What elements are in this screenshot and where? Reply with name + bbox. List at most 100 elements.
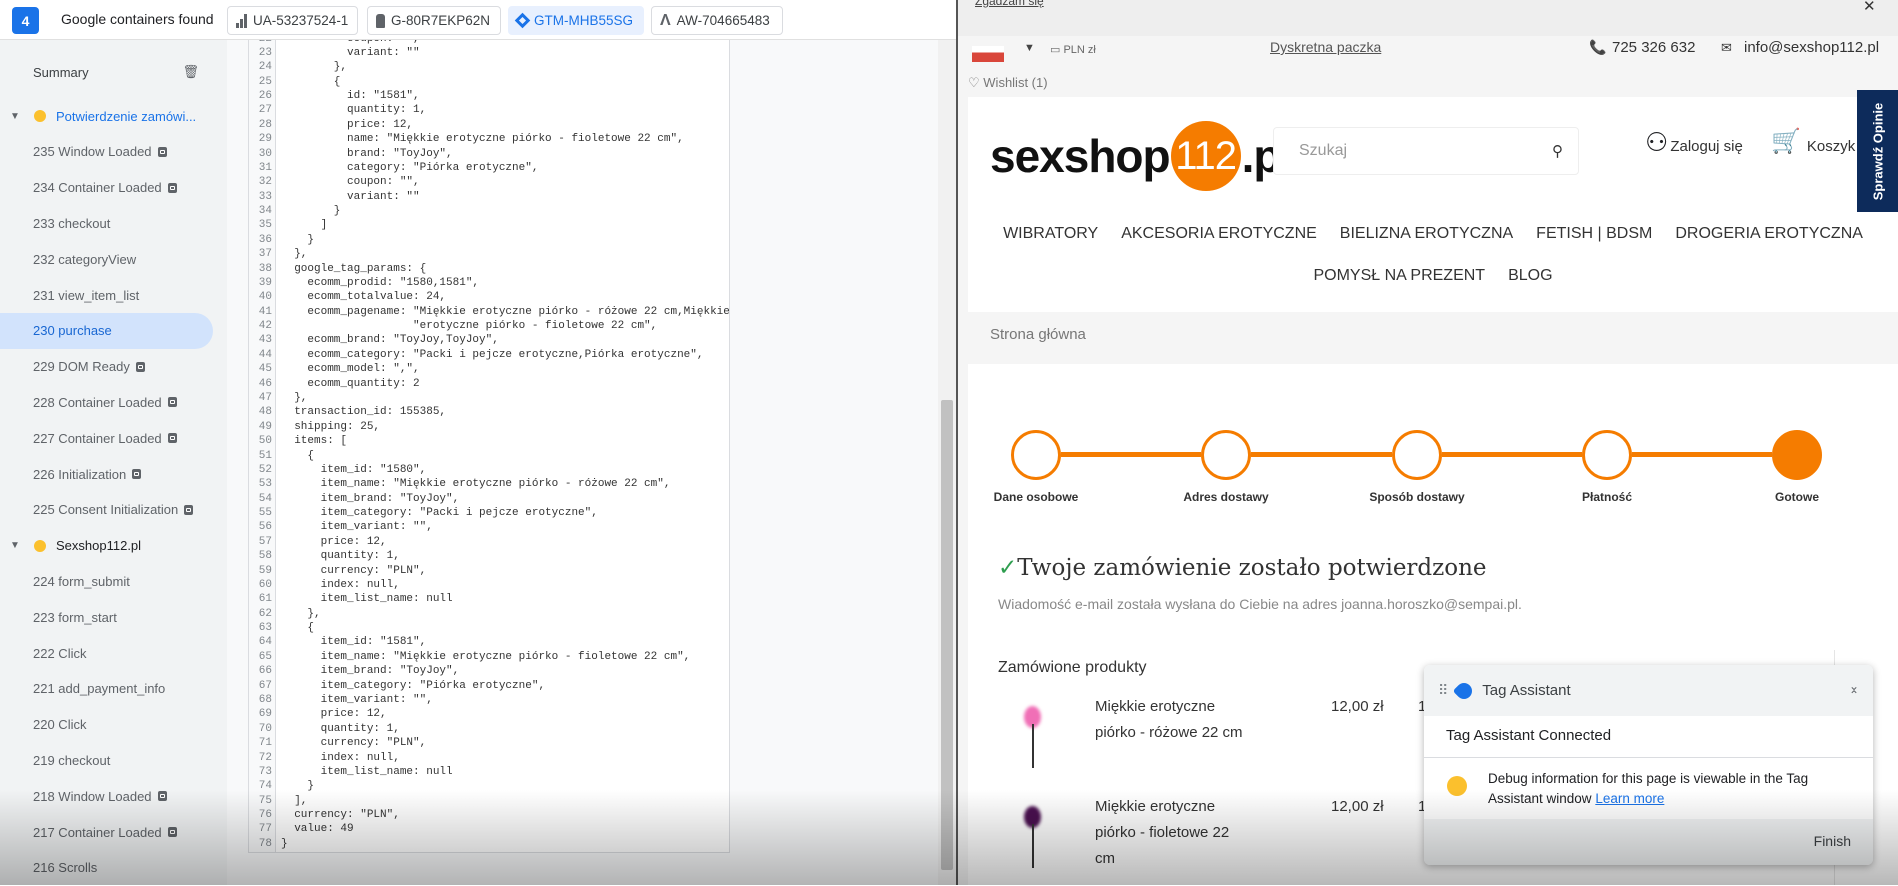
sidebar-event-item[interactable]: 229 DOM Ready xyxy=(0,349,213,385)
sidebar-event-item[interactable]: 226 Initialization xyxy=(0,456,213,492)
search-icon[interactable]: ⚲ xyxy=(1552,142,1563,160)
logo-text: sexshop xyxy=(990,130,1171,182)
sidebar-group[interactable]: ▼ Sexshop112.pl xyxy=(0,528,213,564)
breadcrumb-home[interactable]: Strona główna xyxy=(990,326,1086,343)
sidebar-group[interactable]: ▼ Potwierdzenie zamówi... xyxy=(0,98,213,134)
sidebar-event-item[interactable]: 233 checkout xyxy=(0,205,213,241)
caret-down-icon[interactable]: ▼ xyxy=(10,540,28,551)
chevron-down-icon[interactable]: ▼ xyxy=(1024,42,1035,54)
sidebar-event-item[interactable]: 222 Click xyxy=(0,635,213,671)
code-text: item_variant: "", xyxy=(281,521,433,534)
sidebar-event-item[interactable]: 224 form_submit xyxy=(0,563,213,599)
sidebar-event-item[interactable]: 218 Window Loaded xyxy=(0,778,213,814)
tag-assistant-popup: ⠿ Tag Assistant ⌄ ⌃ Tag Assistant Connect… xyxy=(1424,665,1873,865)
code-text: item_name: "Miękkie erotyczne piórko - r… xyxy=(281,478,671,491)
code-text: index: null, xyxy=(281,578,400,591)
code-text: value: 49 xyxy=(281,823,354,836)
step-connector xyxy=(1442,452,1582,457)
sidebar-event-item[interactable]: 225 Consent Initialization xyxy=(0,492,213,528)
code-text: item_category: "Packi i pejcze erotyczne… xyxy=(281,507,598,520)
container-chip-g[interactable]: G-80R7EKP62N xyxy=(367,6,501,35)
product-image[interactable] xyxy=(1018,700,1048,770)
flag-icon[interactable] xyxy=(972,46,1004,62)
reviews-tab[interactable]: Sprawdź Opinie xyxy=(1857,90,1898,212)
nav-item[interactable]: BLOG xyxy=(1508,267,1552,289)
sidebar-summary[interactable]: Summary 🗑 xyxy=(0,54,213,90)
nav-item[interactable]: AKCESORIA EROTYCZNE xyxy=(1121,225,1317,247)
collapse-icon[interactable]: ⌄ ⌃ xyxy=(1849,680,1859,701)
line-number: 28 xyxy=(258,118,272,131)
code-text: } xyxy=(281,780,315,793)
phone-number[interactable]: 725 326 632 xyxy=(1612,39,1695,56)
sidebar-event-item[interactable]: 235 Window Loaded xyxy=(0,134,213,170)
step-label: Gotowe xyxy=(1775,490,1819,504)
caret-down-icon[interactable]: ▼ xyxy=(10,111,28,122)
code-text: quantity: 1, xyxy=(281,104,427,117)
code-line: 25 { xyxy=(249,75,729,89)
line-number: 40 xyxy=(258,291,272,304)
step-label: Dane osobowe xyxy=(993,490,1079,504)
code-text: variant: "" xyxy=(281,46,420,59)
event-label: 229 DOM Ready xyxy=(33,359,130,375)
code-text: item_list_name: null xyxy=(281,593,453,606)
code-line: 31 category: "Piórka erotyczne", xyxy=(249,161,729,175)
search-input[interactable]: Szukaj ⚲ xyxy=(1273,127,1579,175)
shop-logo[interactable]: sexshop 112 .pl xyxy=(990,121,1293,191)
container-chip-gtm[interactable]: GTM-MHB55SG xyxy=(508,6,644,35)
discreet-package-link[interactable]: Dyskretna paczka xyxy=(1270,39,1381,55)
feather-stick xyxy=(1032,724,1034,768)
sidebar-event-item[interactable]: 234 Container Loaded xyxy=(0,170,213,206)
drag-handle-icon[interactable]: ⠿ xyxy=(1438,682,1448,699)
sidebar-event-item[interactable]: 228 Container Loaded xyxy=(0,384,213,420)
cart-button[interactable]: 🛒 Koszyk xyxy=(1771,129,1855,156)
cookie-bar: Zgadzam się ✕ xyxy=(958,0,1898,36)
heart-icon: ♡ xyxy=(968,75,984,90)
sidebar-event-item[interactable]: 221 add_payment_info xyxy=(0,671,213,707)
code-line: 78} xyxy=(249,837,729,851)
main-nav-secondary: POMYSŁ NA PREZENT BLOG xyxy=(968,267,1898,289)
code-line: 24 }, xyxy=(249,60,729,74)
container-chip-aw[interactable]: Λ AW-704665483 xyxy=(651,6,783,35)
nav-item[interactable]: BIELIZNA EROTYCZNA xyxy=(1340,225,1513,247)
code-text: ecomm_brand: "ToyJoy,ToyJoy", xyxy=(281,334,499,347)
confirm-title-text: Twoje zamówienie zostało potwierdzone xyxy=(1017,555,1487,581)
line-number: 74 xyxy=(258,780,272,793)
login-button[interactable]: ⚇ Zaloguj się xyxy=(1645,129,1743,155)
nav-item[interactable]: DROGERIA EROTYCZNA xyxy=(1675,225,1863,247)
code-text: }, xyxy=(281,607,321,620)
email-link[interactable]: info@sexshop112.pl xyxy=(1744,39,1879,56)
sidebar-event-item[interactable]: 216 Scrolls xyxy=(0,850,213,886)
container-id: GTM-MHB55SG xyxy=(534,13,634,28)
nav-item[interactable]: FETISH | BDSM xyxy=(1536,225,1652,247)
code-text: ecomm_prodid: "1580,1581", xyxy=(281,276,480,289)
tag-assistant-logo-icon xyxy=(1452,679,1476,702)
product-name[interactable]: Miękkie erotyczne piórko - różowe 22 cm xyxy=(1095,694,1245,746)
wishlist-link[interactable]: ♡ Wishlist (1) xyxy=(968,75,1048,91)
product-name[interactable]: Miękkie erotyczne piórko - fioletowe 22 … xyxy=(1095,794,1245,872)
tag-event-icon xyxy=(157,791,167,802)
code-line: 48 transaction_id: 155385, xyxy=(249,405,729,419)
container-chip-ua[interactable]: UA-53237524-1 xyxy=(227,6,358,35)
sidebar-event-item[interactable]: 231 view_item_list xyxy=(0,277,213,313)
product-image[interactable] xyxy=(1018,800,1048,870)
sidebar-event-item[interactable]: 232 categoryView xyxy=(0,241,213,277)
sidebar-event-item[interactable]: 220 Click xyxy=(0,707,213,743)
finish-button[interactable]: Finish xyxy=(1814,833,1851,849)
sidebar-event-item[interactable]: 223 form_start xyxy=(0,599,213,635)
event-label: 218 Window Loaded xyxy=(33,788,152,804)
learn-more-link[interactable]: Learn more xyxy=(1595,791,1664,806)
close-icon[interactable]: ✕ xyxy=(1863,0,1876,15)
nav-item[interactable]: POMYSŁ NA PREZENT xyxy=(1313,267,1485,289)
nav-item[interactable]: WIBRATORY xyxy=(1003,225,1098,247)
sidebar-event-item[interactable]: 219 checkout xyxy=(0,742,213,778)
sidebar-event-item[interactable]: 227 Container Loaded xyxy=(0,420,213,456)
event-label: 231 view_item_list xyxy=(33,287,140,303)
line-number: 52 xyxy=(258,463,272,476)
sidebar-event-item[interactable]: 217 Container Loaded xyxy=(0,814,213,850)
clear-list-icon[interactable]: 🗑 xyxy=(182,64,199,80)
scrollbar-thumb[interactable] xyxy=(941,400,953,870)
cookie-accept-link[interactable]: Zgadzam się xyxy=(975,0,1044,8)
currency-selector[interactable]: ▭ PLN zł xyxy=(1050,43,1096,56)
sidebar-event-item[interactable]: 230 purchase xyxy=(0,312,213,349)
tag-assistant-header[interactable]: ⠿ Tag Assistant ⌄ ⌃ xyxy=(1424,665,1873,716)
